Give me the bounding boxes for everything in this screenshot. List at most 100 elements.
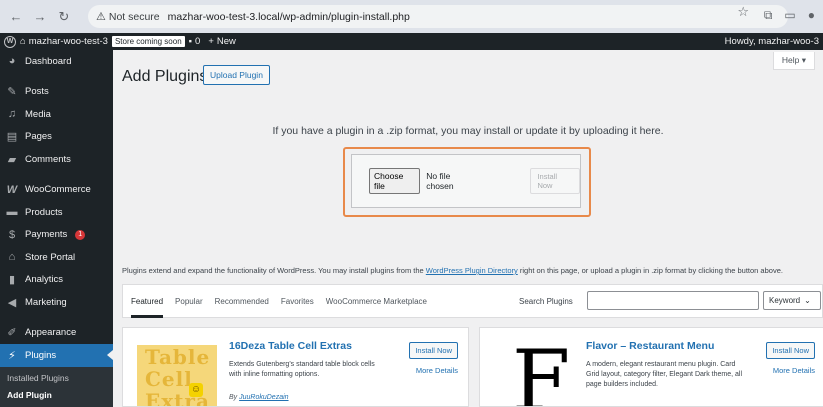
admin-sidebar: ◕ Dashboard ✎ Posts ♫ Media ▤ Pages ▰ Co… <box>0 50 113 407</box>
upload-instructions: If you have a plugin in a .zip format, y… <box>272 125 664 137</box>
install-now-button[interactable]: Install Now <box>409 342 458 359</box>
plugin-name[interactable]: Flavor – Restaurant Menu <box>586 340 714 352</box>
upload-form: Choose file No file chosen Install Now <box>351 154 581 208</box>
media-icon: ♫ <box>7 108 17 121</box>
home-icon: ⌂ <box>20 36 26 47</box>
site-name-link[interactable]: ⌂ mazhar-woo-test-3 <box>16 36 112 47</box>
submenu-installed-plugins[interactable]: Installed Plugins <box>0 370 113 387</box>
comments-link[interactable]: ▪ 0 <box>185 36 205 47</box>
new-content-link[interactable]: + New <box>204 36 240 47</box>
store-icon: ⌂ <box>8 251 16 264</box>
back-icon[interactable]: ← <box>5 6 27 28</box>
search-type-value: Keyword <box>769 296 801 305</box>
sidebar-item-dashboard[interactable]: ◕ Dashboard <box>0 50 113 73</box>
sidebar-item-label: Analytics <box>25 274 64 286</box>
sidebar-item-woocommerce[interactable]: W WooCommerce <box>0 179 113 202</box>
site-name-label: mazhar-woo-test-3 <box>28 36 108 47</box>
smiley-icon: ☺ <box>189 383 203 397</box>
plugins-intro-text: Plugins extend and expand the functional… <box>122 266 823 275</box>
plugin-thumbnail[interactable]: Table Cell Extra ☺ <box>137 345 217 406</box>
plugin-card: F Flavor – Restaurant Menu A modern, ele… <box>479 327 823 407</box>
sidebar-item-analytics[interactable]: ▮ Analytics <box>0 269 113 292</box>
pin-icon: ✎ <box>7 86 17 99</box>
more-details-link[interactable]: More Details <box>416 366 458 375</box>
sidebar-item-plugins[interactable]: ⚡ Plugins <box>0 344 113 367</box>
plugin-card: Table Cell Extra ☺ 16Deza Table Cell Ext… <box>122 327 469 407</box>
sidebar-item-marketing[interactable]: ◀ Marketing <box>0 291 113 314</box>
sidebar-item-label: Products <box>25 206 63 218</box>
tab-featured[interactable]: Featured <box>131 284 164 318</box>
profile-icon[interactable]: ● <box>808 8 815 23</box>
plugins-submenu: Installed Plugins Add Plugin <box>0 366 113 407</box>
split-view-icon[interactable]: ▭ <box>784 8 795 23</box>
account-menu[interactable]: Howdy, mazhar-woo-3 <box>725 36 819 47</box>
sidebar-item-store-portal[interactable]: ⌂ Store Portal <box>0 246 113 269</box>
pages-icon: ▤ <box>6 131 18 144</box>
not-secure-label: Not secure <box>108 10 160 23</box>
intro-text-part: right on this page, or upload a plugin i… <box>517 266 783 275</box>
tab-recommended[interactable]: Recommended <box>209 284 275 318</box>
author-link[interactable]: JuuRokuDezain <box>239 394 288 401</box>
plugin-name[interactable]: 16Deza Table Cell Extras <box>229 340 352 352</box>
main-content: Help ▾ Add Plugins Upload Plugin If you … <box>113 50 823 407</box>
sidebar-item-label: WooCommerce <box>25 184 91 196</box>
plugin-thumbnail[interactable]: F <box>494 339 574 406</box>
sidebar-item-appearance[interactable]: ✐ Appearance <box>0 322 113 345</box>
browser-toolbar: ← → ↻ ⚠ Not secure mazhar-woo-test-3.loc… <box>0 0 823 33</box>
sidebar-item-comments[interactable]: ▰ Comments <box>0 148 113 171</box>
bookmark-star-icon[interactable]: ☆ <box>737 4 749 20</box>
plugin-directory-link[interactable]: WordPress Plugin Directory <box>426 266 518 275</box>
sidebar-item-label: Appearance <box>25 327 77 339</box>
woo-icon: W <box>6 183 18 196</box>
extensions-icon[interactable]: ⧉ <box>764 8 773 23</box>
store-status-badge[interactable]: Store coming soon <box>111 36 185 47</box>
search-plugins-input[interactable] <box>587 291 759 310</box>
sidebar-item-label: Payments <box>25 229 68 241</box>
thumb-letter: F <box>512 332 571 407</box>
sidebar-item-media[interactable]: ♫ Media <box>0 103 113 126</box>
url-text: mazhar-woo-test-3.local/wp-admin/plugin-… <box>167 10 410 23</box>
comments-count: 0 <box>195 36 201 47</box>
address-bar[interactable]: ⚠ Not secure mazhar-woo-test-3.local/wp-… <box>88 5 788 28</box>
intro-text-part: Plugins extend and expand the functional… <box>122 266 426 275</box>
comment-icon: ▰ <box>7 153 17 166</box>
search-type-select[interactable]: Keyword ⌄ <box>763 291 821 310</box>
chart-icon: ▮ <box>8 274 16 287</box>
page-title: Add Plugins <box>122 68 208 85</box>
install-now-button[interactable]: Install Now <box>766 342 815 359</box>
sidebar-item-label: Posts <box>25 86 49 98</box>
plugin-filter-bar: Featured Popular Recommended Favorites W… <box>122 284 823 318</box>
help-tab-button[interactable]: Help ▾ <box>772 52 815 70</box>
sidebar-item-products[interactable]: ▬ Products <box>0 201 113 224</box>
sidebar-item-pages[interactable]: ▤ Pages <box>0 126 113 149</box>
new-label: New <box>216 36 236 47</box>
submenu-add-plugin[interactable]: Add Plugin <box>0 387 113 404</box>
upload-plugin-button[interactable]: Upload Plugin <box>203 65 270 85</box>
plugin-description: Extends Gutenberg's standard table block… <box>229 361 375 378</box>
tab-popular[interactable]: Popular <box>169 284 209 318</box>
warning-icon: ⚠ <box>96 11 106 23</box>
chevron-down-icon: ⌄ <box>804 296 811 305</box>
comment-icon: ▪ <box>188 36 193 47</box>
tab-favorites[interactable]: Favorites <box>275 284 320 318</box>
payments-badge: 1 <box>75 229 86 240</box>
tab-woocommerce-marketplace[interactable]: WooCommerce Marketplace <box>320 284 433 318</box>
wordpress-logo-icon[interactable]: W <box>4 35 16 48</box>
forward-icon[interactable]: → <box>29 6 51 28</box>
search-plugins-label: Search Plugins <box>519 297 573 306</box>
security-indicator[interactable]: ⚠ Not secure <box>88 10 168 24</box>
install-now-button[interactable]: Install Now <box>530 168 580 194</box>
sidebar-item-label: Pages <box>25 131 52 143</box>
plugin-description: A modern, elegant restaurant menu plugin… <box>586 361 743 388</box>
sidebar-item-label: Dashboard <box>25 55 72 67</box>
sidebar-item-payments[interactable]: $ Payments 1 <box>0 224 113 247</box>
plug-icon: ⚡ <box>8 349 16 362</box>
thumb-word: Cell <box>145 367 193 391</box>
reload-icon[interactable]: ↻ <box>53 6 75 28</box>
choose-file-button[interactable]: Choose file <box>369 168 421 194</box>
more-details-link[interactable]: More Details <box>773 366 815 375</box>
sidebar-item-label: Store Portal <box>25 251 76 263</box>
sidebar-item-label: Marketing <box>25 296 67 308</box>
sidebar-item-posts[interactable]: ✎ Posts <box>0 81 113 104</box>
dollar-icon: $ <box>8 228 16 241</box>
